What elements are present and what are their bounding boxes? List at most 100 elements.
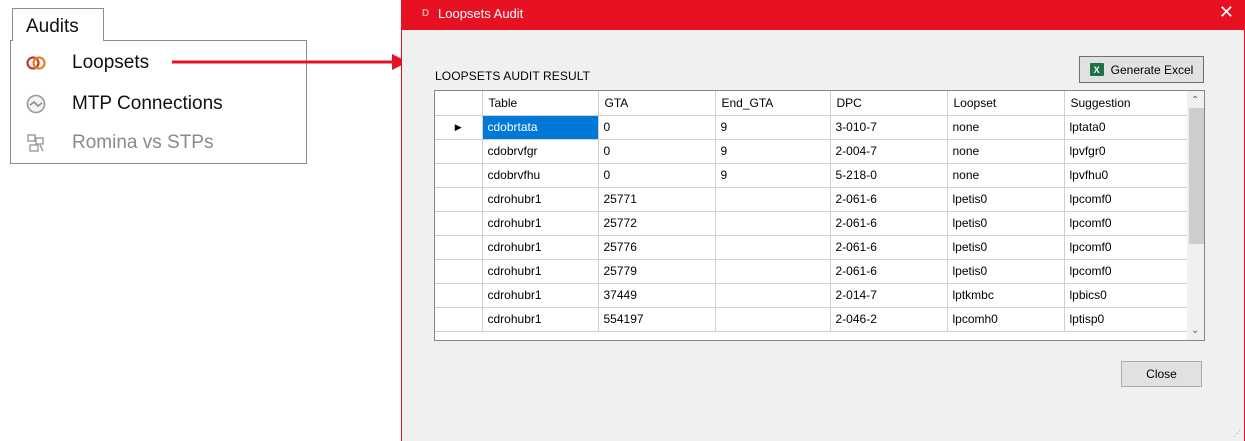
table-cell[interactable]: none <box>947 115 1065 140</box>
header-row: Table GTA End_GTA DPC Loopset Suggestion <box>435 91 1189 116</box>
column-header[interactable]: GTA <box>598 91 716 116</box>
table-cell[interactable]: none <box>947 139 1065 164</box>
table-cell[interactable]: cdrohubr1 <box>482 211 599 236</box>
table-cell[interactable]: 554197 <box>598 307 716 332</box>
table-cell[interactable] <box>715 235 831 260</box>
table-cell[interactable]: cdobrtata <box>482 115 599 140</box>
table-cell[interactable]: lpetis0 <box>947 187 1065 212</box>
table-cell[interactable]: lpcomh0 <box>947 307 1065 332</box>
table-cell[interactable]: lpetis0 <box>947 211 1065 236</box>
scroll-down-icon[interactable]: ⌄ <box>1191 325 1199 336</box>
generate-excel-button[interactable]: X Generate Excel <box>1079 56 1204 83</box>
scroll-up-icon[interactable]: ⌃ <box>1191 95 1199 106</box>
table-cell[interactable]: 25772 <box>598 211 716 236</box>
table-cell[interactable]: cdrohubr1 <box>482 307 599 332</box>
table-cell[interactable]: lpvfhu0 <box>1064 163 1189 188</box>
table-cell[interactable]: lpcomf0 <box>1064 235 1189 260</box>
loopsets-audit-dialog: D Loopsets Audit ✕ LOOPSETS AUDIT RESULT… <box>401 0 1245 441</box>
table-cell[interactable]: cdrohubr1 <box>482 187 599 212</box>
table-cell[interactable] <box>715 259 831 284</box>
column-header[interactable]: Loopset <box>947 91 1065 116</box>
table-cell[interactable]: 9 <box>715 115 831 140</box>
row-header[interactable] <box>435 211 483 236</box>
row-header[interactable] <box>435 235 483 260</box>
row-header[interactable] <box>435 187 483 212</box>
table-row[interactable]: cdrohubr1 37449 2-014-7 lptkmbc lpbics0 <box>435 283 1189 308</box>
resize-grip-icon[interactable]: ⋰ <box>1233 429 1241 438</box>
table-cell[interactable] <box>715 307 831 332</box>
menu-item-romina-vs-stps[interactable]: Romina vs STPs <box>11 124 306 162</box>
table-cell[interactable]: lpetis0 <box>947 259 1065 284</box>
dialog-title: Loopsets Audit <box>438 6 524 21</box>
table-cell[interactable]: cdrohubr1 <box>482 235 599 260</box>
menu-item-label: Loopsets <box>72 52 150 73</box>
table-cell[interactable]: 25779 <box>598 259 716 284</box>
table-cell[interactable]: 25771 <box>598 187 716 212</box>
table-cell[interactable] <box>715 211 831 236</box>
table-cell[interactable]: lpetis0 <box>947 235 1065 260</box>
audit-result-grid[interactable]: Table GTA End_GTA DPC Loopset Suggestion… <box>434 90 1205 341</box>
table-cell[interactable]: 25776 <box>598 235 716 260</box>
table-row[interactable]: cdrohubr1 554197 2-046-2 lpcomh0 lptisp0 <box>435 307 1189 332</box>
table-cell[interactable]: 0 <box>598 163 716 188</box>
table-cell[interactable]: 2-061-6 <box>830 235 948 260</box>
column-header[interactable]: End_GTA <box>715 91 831 116</box>
table-row[interactable]: ▶ cdobrtata 0 9 3-010-7 none lptata0 <box>435 115 1189 140</box>
section-label: LOOPSETS AUDIT RESULT <box>435 69 591 83</box>
menu-item-label: Romina vs STPs <box>72 132 214 153</box>
row-header[interactable] <box>435 283 483 308</box>
scrollbar-thumb[interactable] <box>1189 108 1204 244</box>
table-cell[interactable]: 2-061-6 <box>830 259 948 284</box>
table-cell[interactable]: 0 <box>598 139 716 164</box>
audit-table: Table GTA End_GTA DPC Loopset Suggestion… <box>435 91 1189 332</box>
table-cell[interactable]: cdobrvfhu <box>482 163 599 188</box>
table-cell[interactable]: 9 <box>715 139 831 164</box>
table-row[interactable]: cdrohubr1 25776 2-061-6 lpetis0 lpcomf0 <box>435 235 1189 260</box>
menu-item-mtp-connections[interactable]: MTP Connections <box>11 85 306 123</box>
table-cell[interactable]: 2-004-7 <box>830 139 948 164</box>
table-row[interactable]: cdobrvfgr 0 9 2-004-7 none lpvfgr0 <box>435 139 1189 164</box>
table-row[interactable]: cdrohubr1 25771 2-061-6 lpetis0 lpcomf0 <box>435 187 1189 212</box>
mtp-connection-icon <box>26 94 46 114</box>
close-button[interactable]: Close <box>1121 361 1202 387</box>
table-cell[interactable]: lptata0 <box>1064 115 1189 140</box>
table-cell[interactable]: cdrohubr1 <box>482 259 599 284</box>
table-cell[interactable]: 2-061-6 <box>830 187 948 212</box>
row-header[interactable] <box>435 163 483 188</box>
table-cell[interactable]: lpcomf0 <box>1064 259 1189 284</box>
column-header[interactable]: Suggestion <box>1064 91 1189 116</box>
table-cell[interactable]: none <box>947 163 1065 188</box>
current-row-indicator[interactable]: ▶ <box>435 115 483 140</box>
column-header[interactable]: Table <box>482 91 599 116</box>
row-header[interactable] <box>435 307 483 332</box>
audits-menu-tab[interactable]: Audits <box>12 8 104 41</box>
table-cell[interactable]: 2-014-7 <box>830 283 948 308</box>
table-cell[interactable]: 9 <box>715 163 831 188</box>
table-cell[interactable]: lptisp0 <box>1064 307 1189 332</box>
table-cell[interactable] <box>715 283 831 308</box>
vertical-scrollbar[interactable]: ⌃ ⌄ <box>1187 91 1204 340</box>
table-cell[interactable]: 2-061-6 <box>830 211 948 236</box>
table-row[interactable]: cdrohubr1 25772 2-061-6 lpetis0 lpcomf0 <box>435 211 1189 236</box>
table-cell[interactable]: lpcomf0 <box>1064 187 1189 212</box>
table-cell[interactable]: 0 <box>598 115 716 140</box>
table-cell[interactable]: cdrohubr1 <box>482 283 599 308</box>
romina-stp-icon <box>27 134 44 152</box>
table-cell[interactable]: lptkmbc <box>947 283 1065 308</box>
table-cell[interactable]: lpvfgr0 <box>1064 139 1189 164</box>
table-cell[interactable]: 3-010-7 <box>830 115 948 140</box>
table-cell[interactable]: lpcomf0 <box>1064 211 1189 236</box>
close-window-icon[interactable]: ✕ <box>1219 2 1234 23</box>
loopset-rings-icon <box>26 56 46 70</box>
table-cell[interactable] <box>715 187 831 212</box>
row-header[interactable] <box>435 139 483 164</box>
table-row[interactable]: cdrohubr1 25779 2-061-6 lpetis0 lpcomf0 <box>435 259 1189 284</box>
table-cell[interactable]: lpbics0 <box>1064 283 1189 308</box>
table-cell[interactable]: cdobrvfgr <box>482 139 599 164</box>
table-cell[interactable]: 5-218-0 <box>830 163 948 188</box>
row-header[interactable] <box>435 259 483 284</box>
table-row[interactable]: cdobrvfhu 0 9 5-218-0 none lpvfhu0 <box>435 163 1189 188</box>
table-cell[interactable]: 37449 <box>598 283 716 308</box>
table-cell[interactable]: 2-046-2 <box>830 307 948 332</box>
column-header[interactable]: DPC <box>830 91 948 116</box>
